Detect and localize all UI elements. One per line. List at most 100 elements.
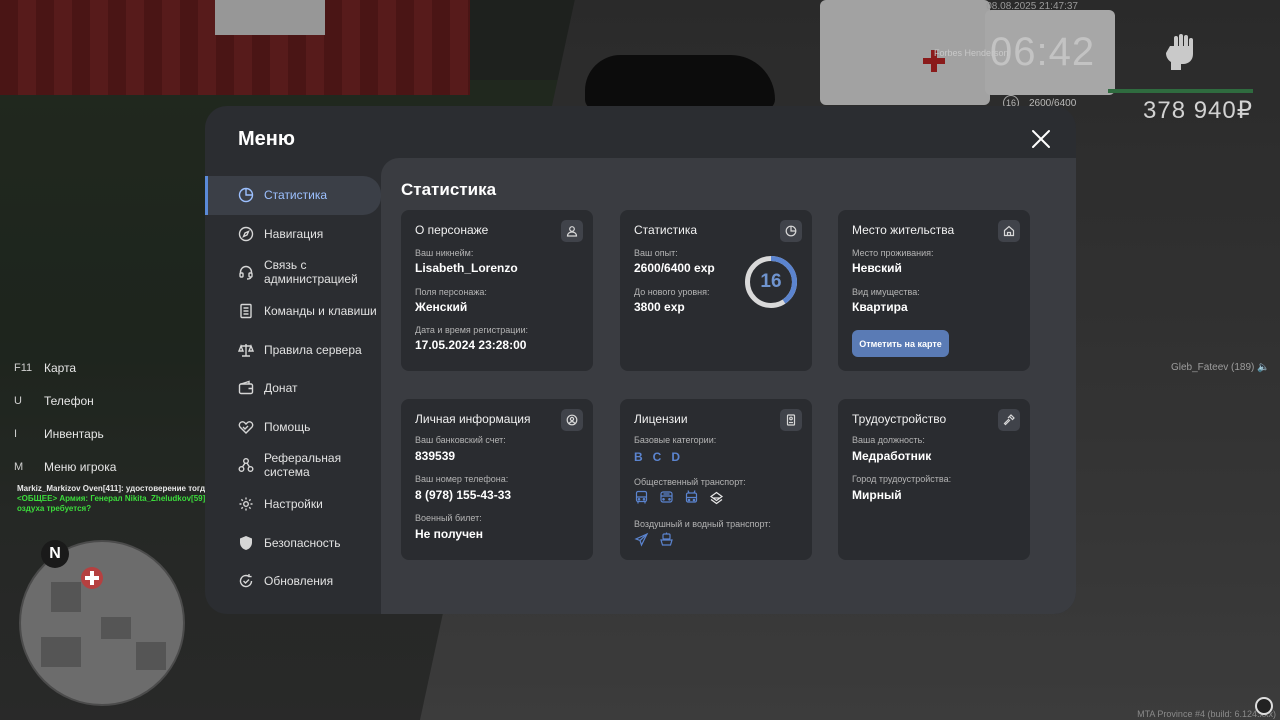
next-level-label: До нового уровня: xyxy=(634,287,710,297)
sidebar-item-settings[interactable]: Настройки xyxy=(205,485,381,524)
license-categories: B C D xyxy=(634,450,680,464)
phone-value: 8 (978) 155-43-33 xyxy=(415,488,512,502)
sidebar-item-label: Правила сервера xyxy=(264,342,362,357)
bank-account-label: Ваш банковский счет: xyxy=(415,435,506,445)
menu-window: Меню Статистика Навигация Связь с админи… xyxy=(205,106,1076,614)
mark-on-map-button[interactable]: Отметить на карте xyxy=(852,330,949,357)
exp-label: Ваш опыт: xyxy=(634,248,678,258)
exp-value: 2600/6400 exp xyxy=(634,261,715,275)
position-label: Ваша должность: xyxy=(852,435,925,445)
handshake-icon xyxy=(238,419,254,435)
card-personal-info: Личная информация Ваш банковский счет: 8… xyxy=(401,399,593,560)
card-statistics: Статистика Ваш опыт: 2600/6400 exp До но… xyxy=(620,210,812,371)
sidebar-item-label: Реферальная система xyxy=(264,451,342,480)
voice-chat-user: Gleb_Fateev (189) 🔈 xyxy=(1171,362,1270,373)
shortcut-label: Карта xyxy=(44,360,77,375)
map-block xyxy=(51,582,81,612)
fist-icon xyxy=(1165,34,1195,70)
card-title: Статистика xyxy=(634,223,698,237)
sidebar-item-label: Настройки xyxy=(264,497,323,512)
sidebar-item-commands[interactable]: Команды и клавиши xyxy=(205,292,381,331)
military-id-value: Не получен xyxy=(415,527,483,541)
coach-icon xyxy=(659,490,674,505)
card-title: Личная информация xyxy=(415,412,531,426)
hud-money: 378 940₽ xyxy=(1143,97,1254,124)
property-type-value: Квартира xyxy=(852,300,908,314)
card-residence: Место жительства Место проживания: Невск… xyxy=(838,210,1030,371)
scales-icon xyxy=(238,342,254,358)
card-title: Трудоустройство xyxy=(852,412,947,426)
sidebar-item-referral[interactable]: Реферальная система xyxy=(205,446,381,485)
close-icon xyxy=(1032,130,1050,148)
hud-datetime: 08.08.2025 21:47:37 xyxy=(986,1,1078,12)
shortcut-player-menu[interactable]: M Меню игрока xyxy=(14,450,116,483)
license-category: C xyxy=(652,450,662,464)
close-button[interactable] xyxy=(1029,127,1053,151)
base-categories-label: Базовые категории: xyxy=(634,435,717,445)
sidebar-item-admin-contact[interactable]: Связь с администрацией xyxy=(205,253,381,292)
air-water-transport-label: Воздушный и водный транспорт: xyxy=(634,519,771,529)
license-category: D xyxy=(671,450,681,464)
residence-place-value: Невский xyxy=(852,261,902,275)
shortcut-label: Телефон xyxy=(44,393,94,408)
gear-icon xyxy=(238,496,254,512)
map-block xyxy=(136,642,166,670)
page-title: Статистика xyxy=(401,180,497,199)
shield-icon xyxy=(238,535,254,551)
user-icon xyxy=(561,220,583,242)
pie-chart-icon xyxy=(780,220,802,242)
military-id-label: Военный билет: xyxy=(415,513,482,523)
sidebar-item-label: Помощь xyxy=(264,419,311,434)
sidebar-item-updates[interactable]: Обновления xyxy=(205,562,381,601)
headset-icon xyxy=(238,264,254,281)
property-type-label: Вид имущества: xyxy=(852,287,920,297)
shortcut-inventory[interactable]: I Инвентарь xyxy=(14,417,116,450)
nickname-value: Lisabeth_Lorenzo xyxy=(415,261,518,275)
shortcut-label: Меню игрока xyxy=(44,459,117,474)
hammer-icon xyxy=(998,409,1020,431)
sidebar-item-donate[interactable]: Донат xyxy=(205,369,381,408)
sidebar-item-statistics[interactable]: Статистика xyxy=(205,176,381,215)
loading-spinner-icon xyxy=(1255,697,1273,715)
sidebar-item-server-rules[interactable]: Правила сервера xyxy=(205,330,381,369)
gender-value: Женский xyxy=(415,300,468,314)
residence-place-label: Место проживания: xyxy=(852,248,934,258)
phone-label: Ваш номер телефона: xyxy=(415,474,509,484)
sidebar-item-security[interactable]: Безопасность xyxy=(205,523,381,562)
employment-city-value: Мирный xyxy=(852,488,902,502)
card-employment: Трудоустройство Ваша должность: Медработ… xyxy=(838,399,1030,560)
level-progress-ring: 16 xyxy=(744,255,798,309)
hospital-marker-icon xyxy=(81,567,103,589)
map-block xyxy=(101,617,131,639)
card-title: О персонаже xyxy=(415,223,489,237)
employment-city-label: Город трудоустройства: xyxy=(852,474,952,484)
shortcut-label: Инвентарь xyxy=(44,426,104,441)
user-circle-icon xyxy=(561,409,583,431)
registration-value: 17.05.2024 23:28:00 xyxy=(415,338,527,352)
wallet-icon xyxy=(238,380,254,396)
sidebar-item-label: Донат xyxy=(264,381,298,396)
voice-chat-name: Gleb_Fateev (189) xyxy=(1171,362,1255,373)
air-water-transport-icons xyxy=(634,532,674,547)
update-icon xyxy=(238,573,254,589)
sidebar-item-navigation[interactable]: Навигация xyxy=(205,215,381,254)
bus-icon xyxy=(634,490,649,505)
level-number: 16 xyxy=(760,271,782,292)
sidebar-item-help[interactable]: Помощь xyxy=(205,408,381,447)
boat-icon xyxy=(659,532,674,547)
shortcut-key: F11 xyxy=(14,361,33,374)
sidebar-item-label: Связь с администрацией xyxy=(264,258,358,287)
registration-label: Дата и время регистрации: xyxy=(415,325,528,335)
card-title: Место жительства xyxy=(852,223,955,237)
trolleybus-icon xyxy=(684,490,699,505)
shortcut-map[interactable]: F11 Карта xyxy=(14,351,116,384)
map-block xyxy=(41,637,81,667)
document-icon xyxy=(238,303,254,319)
shortcut-list: F11 Карта U Телефон I Инвентарь M Меню игрок… xyxy=(14,351,116,483)
pie-chart-icon xyxy=(238,187,254,203)
referral-icon xyxy=(238,457,254,473)
card-licenses: Лицензии Базовые категории: B C D Общест… xyxy=(620,399,812,560)
nickname-label: Ваш никнейм: xyxy=(415,248,474,258)
shortcut-phone[interactable]: U Телефон xyxy=(14,384,116,417)
next-level-value: 3800 exp xyxy=(634,300,685,314)
